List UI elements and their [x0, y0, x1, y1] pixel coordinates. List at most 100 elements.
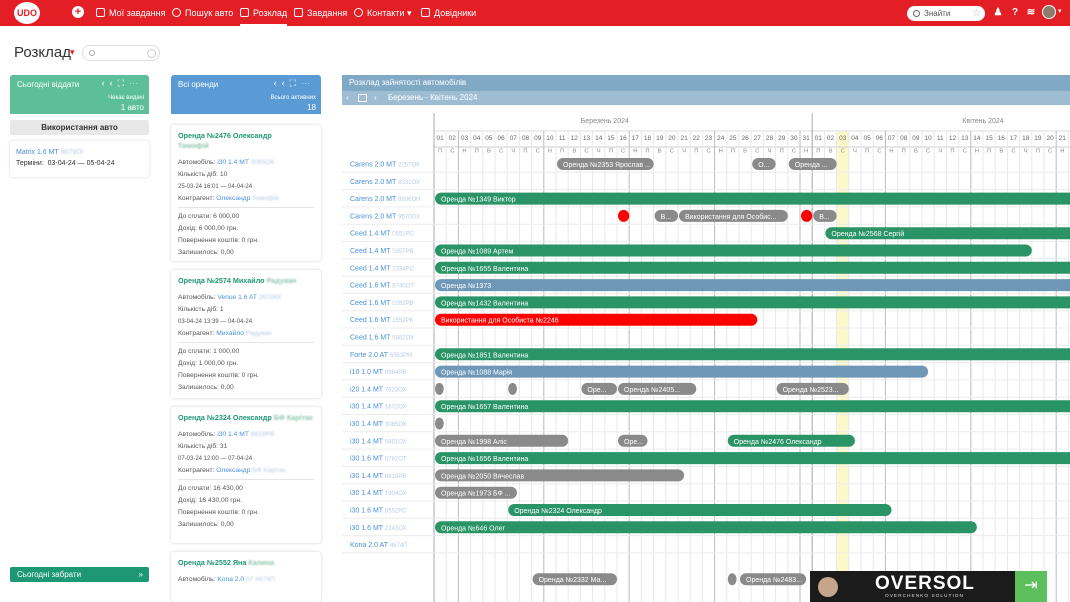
booking-label[interactable]: Оренда №1432 Валентина [441, 300, 528, 307]
booking-label[interactable]: О... [758, 162, 769, 169]
car-row-label[interactable]: i20 1.4 MT 7623ОХ [350, 386, 407, 393]
nav-car-search[interactable]: Пошук авто [172, 0, 233, 26]
rental-card[interactable]: Оренда №2552 Яна Калина Автомобіль: Kona… [171, 552, 321, 602]
usage-car[interactable]: Matrix 1.6 MT [16, 149, 59, 156]
booking-bar[interactable] [618, 209, 630, 222]
nav-tasks[interactable]: Завдання [294, 0, 347, 26]
car-row-label[interactable]: Ceed 1.6 MT 5882ОХ [350, 335, 414, 342]
booking-label[interactable]: Оренда №646 Олег [441, 525, 505, 532]
car-row-label[interactable]: i30 1.6 MT 8782ОТ [350, 456, 407, 463]
booking-label[interactable]: Оренда №1089 Артем [441, 249, 513, 256]
schedule-search-input[interactable] [82, 45, 160, 61]
car-row-label[interactable]: Ceed 1.6 MT 0282РВ [350, 300, 414, 307]
rental-car[interactable]: Kona 2.0 [217, 576, 244, 583]
booking-label[interactable]: Оре... [624, 439, 643, 446]
booking-bar[interactable] [435, 261, 1070, 274]
booking-bar[interactable] [435, 452, 1070, 465]
booking-label[interactable]: Оренда №1998 Аліс [441, 438, 507, 446]
car-row-label[interactable]: Ceed 1.4 MT 0551РС [350, 231, 415, 238]
today-pick-button[interactable]: Сьогодні забрати » [10, 567, 149, 582]
rental-card[interactable]: Оренда №2476 Олександр Тимофій Автомобіль… [171, 125, 321, 261]
car-row-label[interactable]: Ceed 1.6 MT 8740ОТ [350, 283, 414, 290]
rental-car[interactable]: i30 1.4 MT [217, 431, 248, 438]
car-row-label[interactable]: Carens 2.0 MT 9606ОН [350, 196, 420, 203]
booking-label[interactable]: Оренда №1656 Валентина [441, 456, 528, 463]
nav-contacts[interactable]: Контакти ▾ [354, 0, 411, 26]
car-row-label[interactable]: Carens 2.0 MT 2257ОК [350, 162, 420, 169]
schedule-grid[interactable]: Березень 2024 Квітень 2024 01 П 02 С 03 Н 04 П 05 В… [342, 113, 1070, 602]
car-row-label[interactable]: i30 1.4 MT 5881ОХ [350, 438, 407, 445]
booking-label[interactable]: Оренда №1349 Виктор [441, 197, 516, 204]
rental-counterparty[interactable]: Олександр [216, 195, 250, 202]
booking-bar[interactable] [435, 244, 1032, 257]
car-usage-button[interactable]: Використання авто [10, 120, 149, 135]
booking-bar[interactable] [435, 279, 1070, 292]
booking-label[interactable]: Оренда №1373 [441, 283, 491, 290]
rental-car[interactable]: Venue 1.6 AT [217, 294, 257, 301]
booking-label[interactable]: Оренда №1973 БФ ... [441, 491, 511, 498]
car-row-label[interactable]: i30 1.6 MT 0552РС [350, 508, 407, 515]
prev-icon[interactable]: ‹ [346, 91, 349, 105]
car-row-label[interactable]: Carens 2.0 MT 8331ОХ [350, 179, 420, 186]
rental-title-text[interactable]: Оренда №2552 Яна [178, 558, 246, 567]
booking-label[interactable]: Оренда №2405... [624, 387, 680, 394]
car-row-label[interactable]: i30 1.4 MT 1672ОХ [350, 404, 407, 411]
rental-counterparty[interactable]: Михайло [216, 330, 244, 337]
panel-tools[interactable]: ‹‹⛶⋯ [102, 78, 143, 89]
car-row-label[interactable]: i10 1.0 MT 0964РВ [350, 369, 406, 376]
car-row-label[interactable]: i30 1.4 MT 3065ОК [350, 421, 407, 428]
expand-icon[interactable]: ⛶ [118, 78, 129, 88]
car-row-label[interactable]: Ceed 1.6 MT 1552РК [350, 317, 414, 324]
exit-icon[interactable]: ⇥ [1015, 571, 1047, 602]
booking-bar[interactable] [727, 573, 737, 586]
booking-bar[interactable] [435, 521, 977, 534]
booking-label[interactable]: Оренда №1655 Валентина [441, 266, 528, 273]
more-icon[interactable]: ⋯ [129, 78, 143, 88]
booking-label[interactable]: Використання для Особиста №2246 [441, 317, 559, 325]
booking-label[interactable]: Оренда №2476 Олександр [734, 439, 822, 446]
booking-bar[interactable] [801, 209, 813, 222]
app-logo[interactable]: UDO [14, 2, 40, 24]
car-row-label[interactable]: Ceed 1.4 MT 5957РВ [350, 248, 414, 255]
booking-label[interactable]: Оренда №2483... [746, 577, 802, 584]
rental-card[interactable]: Оренда №2574 Михайло Радуван Автомобіль:… [171, 270, 321, 398]
more-icon[interactable]: ⋯ [301, 78, 315, 88]
layers-icon[interactable]: ≋ [1025, 7, 1037, 19]
booking-label[interactable]: В... [661, 214, 672, 221]
collapse-icon[interactable]: ‹‹ [102, 78, 118, 88]
avatar[interactable] [1042, 5, 1056, 19]
booking-label[interactable]: Оренда №2523... [783, 387, 839, 394]
notifications-icon[interactable]: ♟ [992, 7, 1004, 19]
booking-label[interactable]: В... [819, 214, 830, 221]
panel-tools[interactable]: ‹‹⛶⋯ [274, 78, 315, 89]
car-row-label[interactable]: Ceed 1.4 MT 2334РС [350, 265, 415, 272]
booking-label[interactable]: Оре... [587, 387, 606, 394]
nav-directories[interactable]: Довідники [421, 0, 476, 26]
car-row-label[interactable]: i30 1.4 MT 8919РВ [350, 473, 406, 480]
add-icon[interactable]: + [72, 6, 84, 18]
global-search-input[interactable]: Знайти ☆ [907, 6, 985, 21]
booking-label[interactable]: Оренда №1851 Валентина [441, 352, 528, 359]
booking-label[interactable]: Використання для Особис... [685, 213, 777, 221]
rental-title-text[interactable]: Оренда №2476 Олександр [178, 131, 272, 140]
rental-counterparty[interactable]: Олександр [216, 467, 250, 474]
car-row-label[interactable]: Forte 2.0 AT 6363РМ [350, 352, 412, 359]
rental-car[interactable]: i30 1.4 MT [217, 159, 248, 166]
booking-bar[interactable] [508, 382, 517, 395]
booking-label[interactable]: Оренда №2324 Олександр [514, 508, 602, 515]
rental-card[interactable]: Оренда №2324 Олександр БФ Карітас Автомо… [171, 407, 321, 543]
booking-bar[interactable] [435, 192, 1070, 205]
chevron-down-icon[interactable]: ▾ [1058, 7, 1062, 15]
booking-bar[interactable] [435, 382, 444, 395]
car-row-label[interactable]: i30 1.6 MT 2243ОХ [350, 525, 407, 532]
chevron-down-icon[interactable]: ▾ [70, 47, 75, 58]
booking-label[interactable]: Оренда №2332 Ма... [539, 577, 607, 584]
booking-label[interactable]: Оренда ... [795, 162, 828, 169]
calendar-icon[interactable] [358, 94, 367, 102]
car-row-label[interactable]: Carens 2.0 MT 9570ОХ [350, 213, 420, 220]
booking-label[interactable]: Оренда №1657 Валентина [441, 404, 528, 411]
booking-label[interactable]: Оренда №1088 Марія [441, 369, 512, 377]
rental-title-text[interactable]: Оренда №2324 Олександр [178, 413, 272, 422]
expand-icon[interactable]: ⛶ [290, 78, 301, 88]
booking-label[interactable]: Оренда №2050 Вячеслав [441, 473, 524, 480]
